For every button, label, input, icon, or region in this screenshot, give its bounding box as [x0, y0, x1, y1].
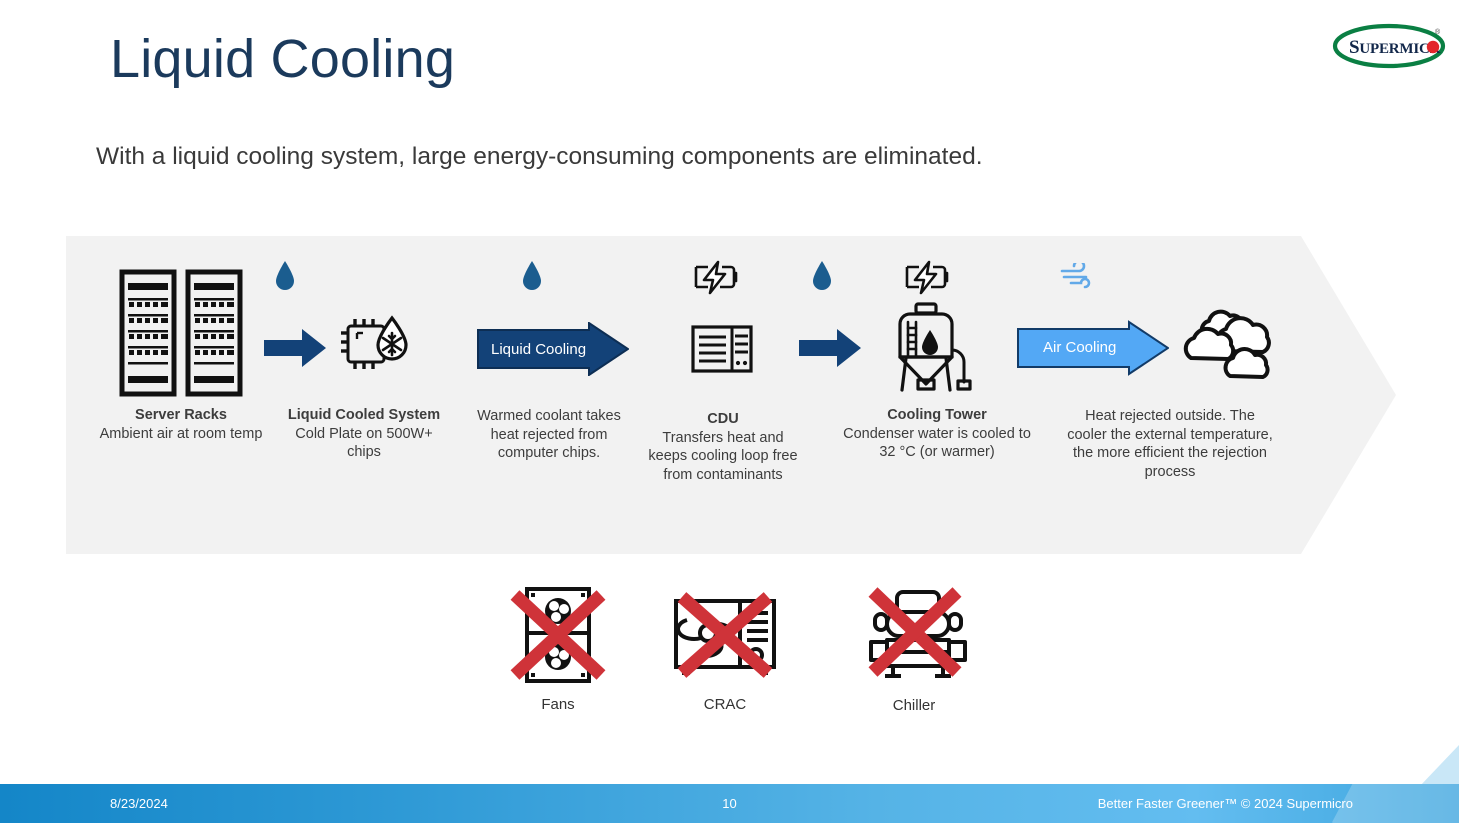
- stage-caption-heat-rejected: Heat rejected outside. The cooler the ex…: [1064, 407, 1276, 481]
- wind-icon: [1059, 259, 1097, 294]
- liquid-cooling-banner[interactable]: Liquid Cooling: [477, 322, 629, 376]
- battery-bolt-icon: [692, 259, 738, 300]
- stage-title-liquid-cooled-system: Liquid Cooled System: [287, 407, 441, 423]
- stage-caption-cdu: CDU Transfers heat and keeps cooling loo…: [642, 410, 804, 484]
- chip-snowflake-droplet-icon: [337, 312, 415, 383]
- stage-text-cdu: Transfers heat and keeps cooling loop fr…: [648, 429, 798, 483]
- battery-bolt-icon: [903, 259, 949, 300]
- eliminated-label-chiller: Chiller: [892, 697, 936, 714]
- air-cooling-banner[interactable]: Air Cooling: [1017, 320, 1169, 376]
- footer-corner-accent: [1389, 745, 1459, 787]
- cooling-tower-icon: [886, 302, 986, 399]
- eliminated-label-crac: CRAC: [703, 696, 747, 713]
- red-cross-icon: [677, 592, 773, 678]
- clouds-icon: [1183, 305, 1281, 388]
- stage-text-warmed-coolant: Warmed coolant takes heat rejected from …: [477, 408, 621, 462]
- stage-title-server-racks: Server Racks: [135, 407, 227, 423]
- logo-red-dot: [1426, 40, 1440, 54]
- stage-title-cooling-tower: Cooling Tower: [887, 407, 987, 423]
- page-title: Liquid Cooling: [110, 29, 456, 89]
- water-droplet-icon: [521, 260, 543, 297]
- eliminated-item-chiller: Chiller: [853, 578, 975, 714]
- stage-caption-cooling-tower: Cooling Tower Condenser water is cooled …: [838, 406, 1036, 462]
- arrow-racks-to-system: [264, 327, 328, 374]
- arrow-cdu-to-tower: [799, 327, 863, 374]
- server-racks-icon: [118, 268, 244, 403]
- stage-text-cooling-tower: Condenser water is cooled to 32 °C (or w…: [843, 425, 1031, 461]
- stage-text-heat-rejected: Heat rejected outside. The cooler the ex…: [1067, 408, 1273, 480]
- footer-tagline: Better Faster Greener™ © 2024 Supermicro: [1097, 796, 1353, 811]
- stage-text-liquid-cooled-system: Cold Plate on 500W+ chips: [295, 425, 433, 461]
- supermicro-logo: SUPERMICR ®: [1331, 22, 1447, 70]
- water-droplet-icon: [811, 260, 833, 297]
- stage-caption-server-racks: Server Racks Ambient air at room temp: [98, 406, 264, 443]
- eliminated-item-crac: CRAC: [664, 585, 786, 713]
- page-subtitle: With a liquid cooling system, large ener…: [96, 143, 983, 170]
- cdu-unit-icon: [691, 325, 753, 378]
- stage-text-server-racks: Ambient air at room temp: [99, 425, 263, 442]
- stage-caption-liquid-cooled-system: Liquid Cooled System Cold Plate on 500W+…: [283, 406, 445, 462]
- liquid-cooling-banner-label: Liquid Cooling: [491, 341, 587, 358]
- stage-caption-warmed-coolant: Warmed coolant takes heat rejected from …: [466, 407, 632, 463]
- eliminated-item-fans: Fans: [497, 585, 619, 713]
- stage-title-cdu: CDU: [707, 411, 739, 427]
- registered-mark: ®: [1435, 28, 1441, 36]
- air-cooling-banner-label: Air Cooling: [1043, 339, 1117, 356]
- water-droplet-icon: [274, 260, 296, 297]
- eliminated-label-fans: Fans: [541, 696, 575, 713]
